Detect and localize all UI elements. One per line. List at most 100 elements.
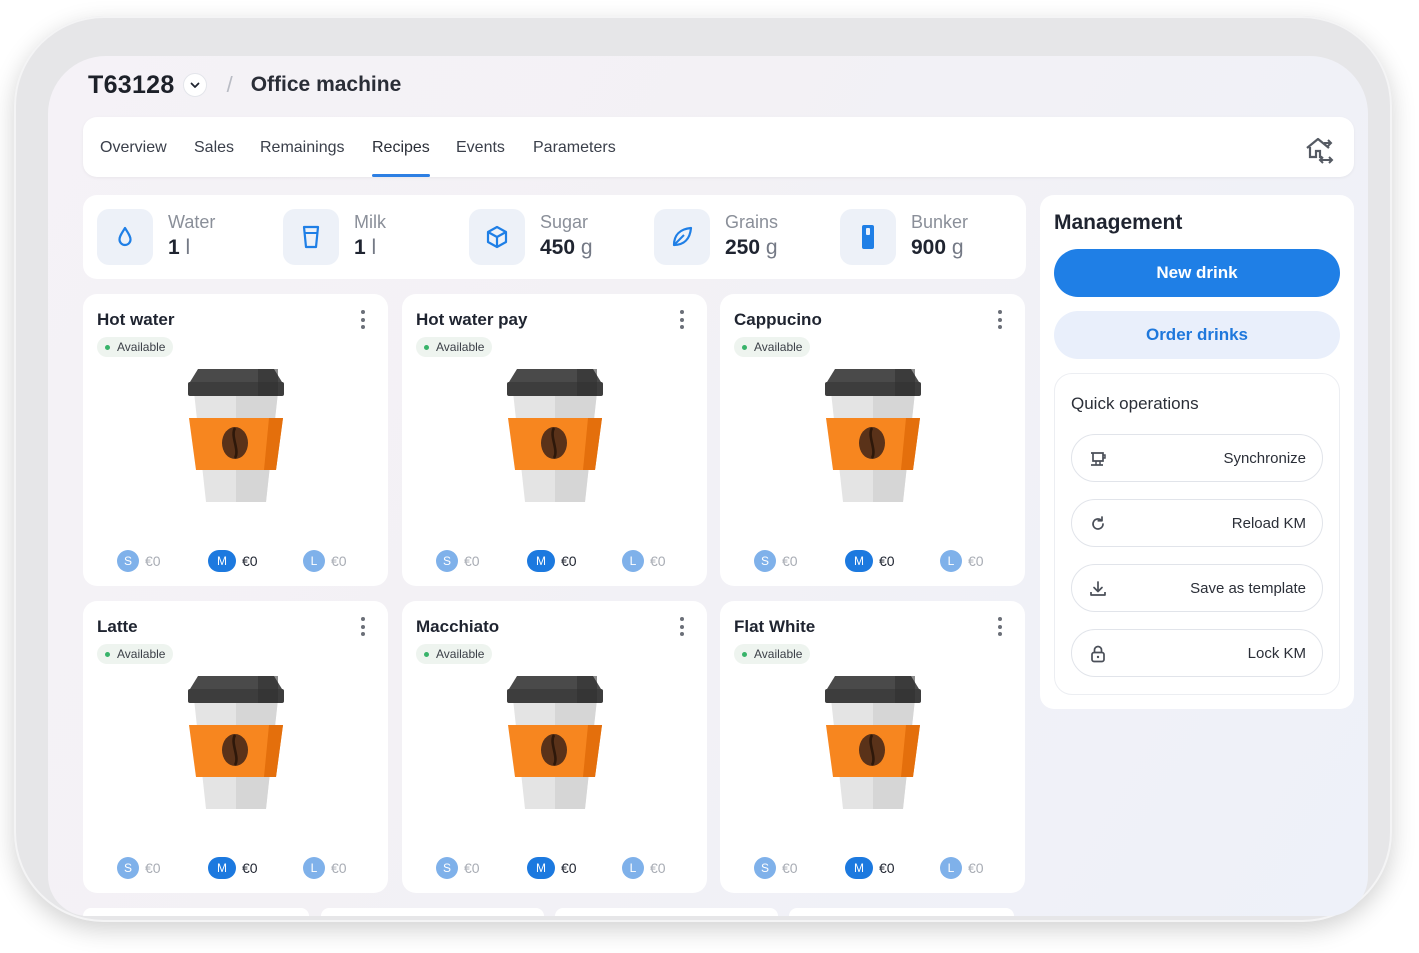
order-drinks-button[interactable]: Order drinks [1054, 311, 1340, 359]
save-as-template-button[interactable]: Save as template [1071, 564, 1323, 612]
drink-name: Cappucino [734, 310, 822, 329]
home-transfer-icon[interactable] [1304, 135, 1336, 170]
management-panel: Management New drink Order drinks Quick … [1040, 195, 1354, 709]
size-badge: M [845, 857, 873, 879]
more-options-icon[interactable] [360, 617, 366, 639]
size-option-l[interactable]: L €0 [940, 857, 984, 879]
size-option-m[interactable]: M €0 [208, 857, 258, 879]
size-option-s[interactable]: S €0 [117, 857, 161, 879]
drink-card[interactable]: Latte Available S €0 M €0 L €0 [83, 601, 388, 893]
size-option-s[interactable]: S €0 [436, 857, 480, 879]
size-option-l[interactable]: L €0 [303, 857, 347, 879]
size-badge: M [208, 857, 236, 879]
size-prices: S €0 M €0 L €0 [720, 857, 1025, 879]
synchronize-button[interactable]: Synchronize [1071, 434, 1323, 482]
management-title: Management [1054, 211, 1183, 234]
stat-value: 1 l [168, 236, 191, 259]
size-price: €0 [650, 553, 666, 569]
size-badge: M [208, 550, 236, 572]
stat-milk: Milk 1 l [283, 209, 386, 265]
lock-icon [1088, 644, 1108, 669]
more-options-icon[interactable] [679, 617, 685, 639]
app-screen: T63128 / Office machine Overview Sales R… [48, 56, 1368, 916]
status-badge: Available [416, 644, 493, 664]
drink-card[interactable]: Hot water pay Available S €0 M €0 L €0 [402, 294, 707, 586]
status-badge: Available [416, 337, 493, 357]
drink-card[interactable]: Macchiato Available S €0 M €0 L €0 [402, 601, 707, 893]
coffee-cup-icon [503, 368, 607, 513]
size-price: €0 [968, 860, 984, 876]
tab-sales[interactable]: Sales [194, 139, 234, 157]
size-option-s[interactable]: S €0 [436, 550, 480, 572]
coffee-cup-icon [503, 675, 607, 820]
tab-recipes[interactable]: Recipes [372, 139, 430, 157]
drink-card[interactable]: Cappucino Available S €0 M €0 L €0 [720, 294, 1025, 586]
tab-parameters[interactable]: Parameters [533, 139, 616, 157]
active-tab-indicator [372, 174, 430, 177]
size-badge: M [845, 550, 873, 572]
size-option-s[interactable]: S €0 [117, 550, 161, 572]
tab-remainings[interactable]: Remainings [260, 139, 344, 157]
reload-km-button[interactable]: Reload KM [1071, 499, 1323, 547]
more-options-icon[interactable] [360, 310, 366, 332]
size-option-m[interactable]: M €0 [527, 857, 577, 879]
size-prices: S €0 M €0 L €0 [402, 550, 707, 572]
water-drop-icon [97, 209, 153, 265]
stat-water: Water 1 l [97, 209, 215, 265]
size-price: €0 [464, 860, 480, 876]
drink-card[interactable]: Hot water Available S €0 M €0 L €0 [83, 294, 388, 586]
size-badge: S [436, 857, 458, 879]
more-options-icon[interactable] [997, 310, 1003, 332]
machine-id: T63128 [88, 70, 175, 99]
size-badge: S [117, 550, 139, 572]
size-prices: S €0 M €0 L €0 [83, 857, 388, 879]
drink-name: Macchiato [416, 617, 500, 636]
size-price: €0 [782, 860, 798, 876]
more-options-icon[interactable] [679, 310, 685, 332]
status-badge: Available [97, 337, 174, 357]
size-option-s[interactable]: S €0 [754, 857, 798, 879]
more-options-icon[interactable] [997, 617, 1003, 639]
drink-name: Hot water pay [416, 310, 528, 329]
status-badge: Available [97, 644, 174, 664]
size-option-m[interactable]: M €0 [845, 857, 895, 879]
drink-card[interactable]: Flat White Available S €0 M €0 L €0 [720, 601, 1025, 893]
reload-km-label: Reload KM [1231, 515, 1306, 532]
size-price: €0 [464, 553, 480, 569]
stat-label: Milk [354, 212, 386, 232]
machine-name: Office machine [250, 73, 402, 96]
lock-km-button[interactable]: Lock KM [1071, 629, 1323, 677]
lock-km-label: Lock KM [1247, 645, 1306, 662]
tab-events[interactable]: Events [456, 139, 505, 157]
stat-label: Sugar [540, 212, 589, 232]
size-price: €0 [782, 553, 798, 569]
size-option-m[interactable]: M €0 [527, 550, 577, 572]
next-row-card [321, 908, 544, 916]
size-price: €0 [650, 860, 666, 876]
drink-name: Hot water [97, 310, 175, 329]
size-price: €0 [145, 860, 161, 876]
synchronize-label: Synchronize [1223, 450, 1306, 467]
size-prices: S €0 M €0 L €0 [402, 857, 707, 879]
size-option-l[interactable]: L €0 [622, 857, 666, 879]
size-price: €0 [879, 553, 895, 569]
status-badge: Available [734, 337, 811, 357]
new-drink-button[interactable]: New drink [1054, 249, 1340, 297]
stat-sugar: Sugar 450 g [469, 209, 593, 265]
size-option-s[interactable]: S €0 [754, 550, 798, 572]
size-option-l[interactable]: L €0 [940, 550, 984, 572]
stat-value: 250 g [725, 236, 778, 259]
coffee-cup-icon [821, 675, 925, 820]
coffee-cup-icon [821, 368, 925, 513]
size-badge: S [436, 550, 458, 572]
size-option-m[interactable]: M €0 [845, 550, 895, 572]
size-price: €0 [968, 553, 984, 569]
size-option-l[interactable]: L €0 [622, 550, 666, 572]
size-option-l[interactable]: L €0 [303, 550, 347, 572]
machine-dropdown-button[interactable] [182, 73, 207, 97]
reload-icon [1088, 514, 1108, 539]
size-option-m[interactable]: M €0 [208, 550, 258, 572]
tab-overview[interactable]: Overview [100, 139, 167, 157]
coffee-cup-icon [184, 675, 288, 820]
stat-label: Bunker [911, 212, 969, 232]
